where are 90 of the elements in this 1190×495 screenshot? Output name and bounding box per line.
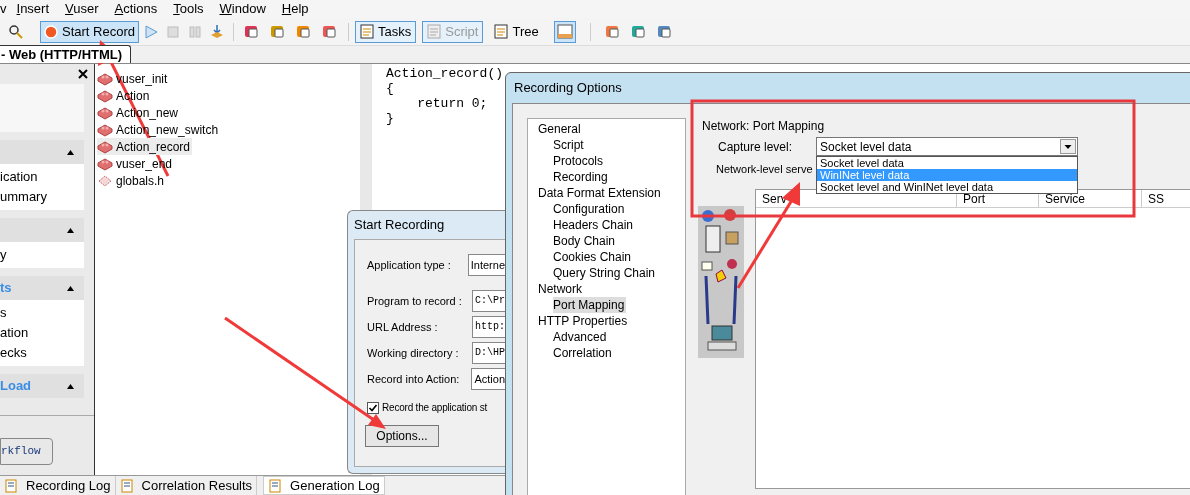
task-link[interactable]: ication [0, 167, 38, 187]
file-item[interactable]: Action_record [97, 138, 193, 155]
menu-item[interactable]: v [0, 0, 9, 19]
brick-icon [97, 139, 113, 154]
column-header[interactable]: Port [963, 191, 985, 206]
column-header[interactable]: Service [1045, 191, 1085, 206]
layout-icon[interactable] [553, 20, 576, 43]
log-icon [4, 478, 18, 493]
document-icon [427, 24, 442, 39]
tree-item[interactable]: Headers Chain [553, 217, 636, 233]
menu-item[interactable]: Window [211, 0, 274, 19]
input-field[interactable]: Action [471, 368, 505, 390]
tree-item[interactable]: Correlation [553, 345, 614, 361]
capture-level-dropdown[interactable]: Socket level data [816, 137, 1078, 156]
field-label: Capture level: [718, 138, 794, 156]
group-title: Network: Port Mapping [702, 118, 825, 134]
bottom-tab[interactable]: Recording Log [0, 476, 116, 495]
search-icon[interactable] [8, 23, 24, 40]
task-link[interactable]: y [0, 245, 7, 265]
input-field[interactable]: Interne [467, 254, 505, 276]
section-title: ts [0, 279, 12, 298]
brick-icon [97, 88, 113, 103]
tree-item[interactable]: HTTP Properties [538, 313, 630, 329]
tree-item[interactable]: Query String Chain [553, 265, 658, 281]
bottom-tab[interactable]: Generation Log [263, 476, 385, 495]
log-icon [119, 478, 134, 493]
options-button[interactable]: Options... [365, 425, 439, 447]
code-line: return 0; [416, 96, 488, 111]
collapse-icon[interactable] [67, 149, 74, 155]
column-header[interactable]: SS [1148, 191, 1164, 206]
view-button[interactable]: Tree [489, 20, 544, 43]
document-icon [360, 24, 374, 39]
file-icon [97, 173, 113, 188]
tree-item[interactable]: Advanced [553, 329, 609, 345]
task-link[interactable]: ation [0, 323, 29, 343]
code-line: { [386, 81, 394, 96]
tree-item[interactable]: General [538, 121, 583, 137]
input-field[interactable]: http: [472, 316, 505, 338]
checkbox[interactable] [367, 401, 379, 414]
input-field[interactable]: D:\HP [472, 342, 505, 364]
tree-item[interactable]: Configuration [553, 201, 627, 217]
collapse-icon[interactable] [67, 383, 74, 389]
checkbox-label: Record the application st [382, 401, 488, 415]
workflow-button[interactable]: rkflow [0, 438, 53, 465]
code-line: } [386, 111, 394, 126]
tree-item[interactable]: Body Chain [553, 233, 618, 249]
task-link[interactable]: ummary [0, 187, 47, 207]
document-icon [494, 24, 509, 39]
download-icon[interactable] [209, 23, 225, 40]
document-tab[interactable]: - Web (HTTP/HTML) [0, 45, 132, 63]
view-button[interactable]: Tasks [355, 20, 417, 43]
file-item[interactable]: globals.h [97, 172, 167, 189]
menu-item[interactable]: Tools [165, 0, 212, 19]
menu-item[interactable]: Insert [8, 0, 58, 19]
collapse-icon[interactable] [67, 227, 74, 233]
input-field[interactable]: C:\Pr [472, 290, 505, 312]
dropdown-option[interactable]: Socket level and WinINet level data [817, 181, 1077, 193]
dropdown-option[interactable]: Socket level data [817, 157, 1077, 169]
menu-item[interactable]: Vuser [57, 0, 107, 19]
tree-item[interactable]: Script [553, 137, 586, 153]
field-label: Record into Action: [367, 371, 461, 387]
collapse-icon[interactable] [67, 285, 74, 291]
record-icon [44, 24, 58, 39]
tree-item[interactable]: Recording [553, 169, 610, 185]
field-label: URL Address : [367, 319, 439, 335]
bottom-tab[interactable]: Correlation Results [115, 476, 258, 495]
tree-item[interactable]: Network [538, 281, 584, 297]
tree-item[interactable]: Data Format Extension [538, 185, 663, 201]
code-line: Action_record() [386, 66, 504, 81]
tree-item[interactable]: Port Mapping [553, 297, 627, 313]
brick-icon [97, 156, 113, 171]
dialog-title: Recording Options [513, 79, 622, 97]
start-record-button[interactable]: Start Record [40, 20, 139, 43]
task-link[interactable]: ecks [0, 343, 27, 363]
log-icon [268, 478, 283, 493]
close-icon[interactable] [78, 69, 88, 79]
tree-item[interactable]: Cookies Chain [553, 249, 634, 265]
field-label: Program to record : [367, 293, 463, 309]
tree-item[interactable]: Protocols [553, 153, 606, 169]
section-title: Load [0, 377, 32, 396]
brick-icon [97, 122, 113, 137]
field-label: Network-level serve [715, 162, 813, 176]
field-label: Working directory : [367, 345, 460, 361]
menu-item[interactable]: Help [273, 0, 317, 19]
dialog-title: Start Recording [354, 216, 445, 234]
menu-item[interactable]: Actions [106, 0, 166, 19]
brick-icon [97, 71, 113, 86]
brick-icon [97, 105, 113, 120]
task-link[interactable]: s [0, 303, 7, 323]
field-label: Application type : [367, 257, 452, 273]
